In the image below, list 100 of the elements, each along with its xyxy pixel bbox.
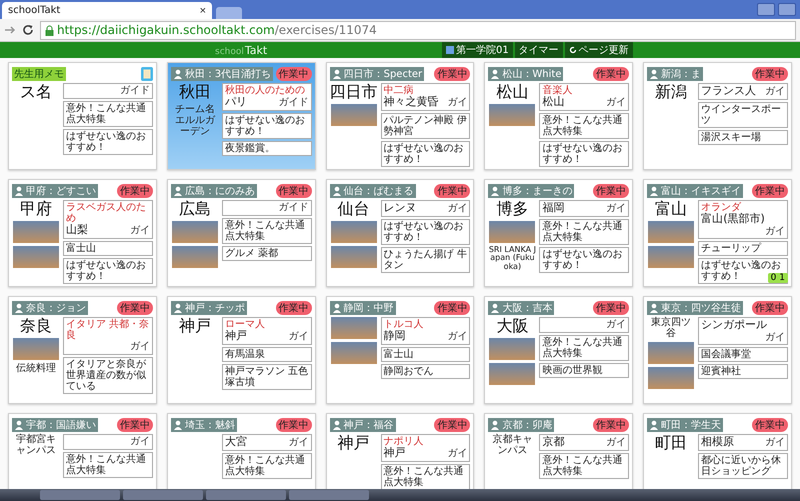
guide-title: 京都	[542, 436, 564, 449]
worksheet-card[interactable]: 松山：White 作業中 松山 音楽人 松山 ガイ 意外！こんな共通点大特集 はずせない逸のおすすめ！	[484, 62, 634, 170]
header-button[interactable]: ページ更新	[564, 42, 633, 58]
photo-placeholder	[330, 104, 377, 126]
minimize-button[interactable]	[778, 3, 796, 16]
city-name: 大阪	[496, 317, 528, 335]
address-bar[interactable]: https://daiichigakuin.schooltakt.com/exercises/11074	[40, 20, 796, 40]
photo-placeholder	[172, 220, 218, 243]
guide-title: 山梨	[66, 224, 88, 237]
note-panel: 神戸マラソン 五色塚古墳	[222, 364, 312, 390]
header-button[interactable]: 第一学院01	[442, 42, 513, 58]
worksheet-card[interactable]: 新潟：ま 作業中 新潟 フランス人 ガイ ウインタースポーツ 湯沢スキー場	[643, 62, 792, 170]
note-panel: 意外！こんな共通点大特集	[380, 464, 470, 489]
guide-label: ガイ	[130, 225, 150, 236]
guide-label: ガイド	[278, 97, 309, 108]
student-name: 町田：学生天	[661, 418, 722, 432]
worksheet-card[interactable]: 町田：学生天 作業中 町田 相模原 ガイ 都心に近いから休日ショッピング	[643, 413, 792, 489]
photo-placeholder	[648, 220, 694, 243]
note-panel: 夜景鑑賞。	[222, 140, 312, 156]
person-icon	[490, 186, 500, 196]
note-panel: 意外！こんな共通点大特集	[539, 112, 630, 139]
status-badge: 作業中	[752, 66, 788, 80]
note-panel: はずせない逸のおすすめ！	[539, 246, 630, 273]
person-icon	[649, 420, 660, 430]
note-panel: 国会議事堂	[698, 347, 788, 362]
note-panel: ウインタースポーツ	[698, 102, 788, 128]
close-tab-button[interactable]: ×	[200, 4, 206, 16]
student-name: 宇都：国語嫌い	[26, 418, 96, 432]
guide-title: 神戸	[224, 330, 247, 343]
person-icon	[490, 68, 500, 78]
lock-icon	[45, 24, 54, 36]
note-panel: 意外！こんな共通点大特集	[63, 100, 153, 126]
forward-arrow-icon[interactable]	[4, 24, 16, 36]
caption-text: 宇都宮キャンパス	[15, 434, 57, 456]
subtitle-text: オランダ	[701, 202, 742, 213]
student-name: 東京：四ツ谷生徒	[661, 302, 742, 314]
person-icon	[649, 68, 660, 78]
worksheet-card[interactable]: 富山：イキスギイ 作業中 富山 オランダ 富山(黒部市) ガイ チューリップ はずせない逸のおすすめ！ 0 1	[643, 179, 792, 287]
reaction-count[interactable]: 0 1	[768, 273, 788, 283]
subtitle-text: イタリア 共都・奈良	[66, 319, 150, 341]
student-name: 仙台：ぱむまる	[344, 184, 414, 198]
note-panel: 富士山	[380, 346, 470, 362]
tab-title: schoolTakt	[8, 5, 60, 16]
student-name: 甲府：どすこい	[26, 184, 96, 198]
worksheet-card[interactable]: 広島：にのみあ 作業中 広島 ガイド 意外！こんな共通点大特集 グルメ 薬都	[166, 179, 316, 287]
worksheet-card[interactable]: 神戸：福谷 作業中 神戸 ナポリ人 神戸 ガイ 意外！こんな共通点大特集	[326, 413, 474, 489]
status-badge: 作業中	[434, 418, 470, 432]
subtitle-text: 秋田の人のための	[224, 85, 306, 96]
subtitle-text: トルコ人	[384, 319, 425, 330]
status-badge: 作業中	[276, 418, 312, 432]
guide-title: 大宮	[224, 436, 247, 449]
person-icon	[332, 420, 342, 430]
guide-label: ガイ	[447, 203, 468, 214]
window-button[interactable]	[757, 3, 775, 16]
note-panel: 意外！こんな共通点大特集	[222, 218, 312, 244]
note-panel: パルテノン神殿 伊勢神宮	[380, 112, 470, 139]
photo-placeholder	[13, 220, 59, 243]
worksheet-card[interactable]: 神戸：チッポ 作業中 神戸 ローマ人 神戸 ガイ 有馬温泉 神戸マラソン 五色塚古墳	[166, 296, 316, 404]
clipboard-icon[interactable]	[140, 66, 153, 80]
person-icon	[172, 420, 183, 430]
worksheet-card[interactable]: 先生用メモ ス名 ガイド 意外！こんな共通点大特集 はずせない逸のおすすめ！	[8, 62, 157, 170]
student-name: 神戸：福谷	[344, 418, 394, 432]
guide-title: 相模原	[701, 436, 734, 449]
note-panel: 意外！こんな共通点大特集	[539, 334, 630, 360]
guide-label: ガイド	[278, 202, 309, 214]
guide-label: ガイ	[447, 97, 468, 108]
note-panel: グルメ 薬都	[222, 246, 312, 260]
city-name: 秋田	[178, 83, 211, 101]
status-badge: 作業中	[752, 300, 788, 314]
url-path: /exercises/11074	[274, 23, 377, 37]
photo-placeholder	[330, 246, 377, 268]
person-icon	[332, 186, 342, 196]
worksheet-card[interactable]: 大阪：吉本 作業中 大阪 ガイ 意外！こんな共通点大特集 映画の世界観	[484, 296, 634, 404]
city-name: 新潟	[655, 83, 688, 101]
status-badge: 作業中	[752, 184, 788, 198]
worksheet-card[interactable]: 甲府：どすこい 作業中 甲府 ラスベガス人のため 山梨 ガイ 富士山 はずせない逸のおすすめ！	[8, 179, 157, 287]
browser-tab[interactable]: schoolTakt ×	[2, 2, 212, 19]
note-panel: 意外！こんな共通点大特集	[222, 452, 312, 479]
memo-tag-text: 先生用メモ	[14, 68, 64, 80]
header-button[interactable]: タイマー	[514, 42, 563, 58]
reload-icon[interactable]	[22, 24, 34, 36]
guide-title: フランス人	[701, 85, 756, 98]
note-panel: 意外！こんな共通点大特集	[539, 452, 630, 479]
status-badge: 作業中	[434, 300, 470, 314]
photo-placeholder	[330, 342, 377, 364]
worksheet-card[interactable]: 埼玉：魅斜 作業中 大宮 ガイ 意外！こんな共通点大特集	[166, 413, 316, 489]
worksheet-card[interactable]: 仙台：ぱむまる 作業中 仙台 レンヌ ガイ はずせない逸のおすすめ！ ひょうたん揚げ 牛タン	[326, 179, 474, 287]
worksheet-card[interactable]: 宇都：国語嫌い 作業中 宇都宮キャンパス ガイ 意外！こんな共通点大特集	[8, 413, 157, 489]
guide-label: ガイ	[765, 332, 785, 344]
photo-placeholder	[13, 246, 59, 268]
guide-label: ガイ	[765, 86, 785, 98]
status-badge: 作業中	[276, 66, 312, 80]
worksheet-card[interactable]: 静岡：中野 作業中 トルコ人 静岡 ガイ 富士山 静岡おでん	[326, 296, 474, 404]
logo-text: school	[215, 46, 244, 56]
city-name: 仙台	[338, 200, 370, 218]
status-badge: 作業中	[593, 418, 630, 432]
status-badge: 作業中	[116, 418, 153, 432]
photo-placeholder	[648, 342, 694, 364]
guide-title: 神戸	[384, 447, 406, 460]
student-name: 秋田：3代目涌打ち	[184, 68, 272, 80]
